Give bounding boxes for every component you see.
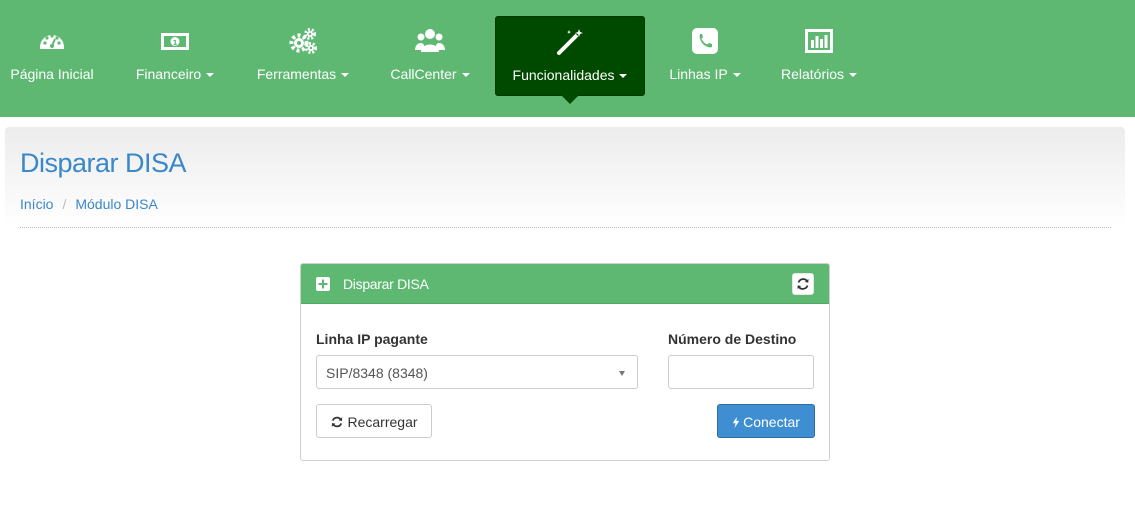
- numero-destino-input[interactable]: [668, 355, 814, 389]
- numero-destino-label: Número de Destino: [668, 331, 797, 347]
- recarregar-button[interactable]: Recarregar: [316, 404, 432, 438]
- nav-item-relatorios[interactable]: Relatórios: [770, 16, 868, 96]
- linha-ip-select[interactable]: SIP/8348 (8348): [316, 355, 638, 389]
- gears-icon: [289, 28, 317, 54]
- dashboard-icon: [40, 34, 64, 49]
- panel-heading: Disparar DISA: [301, 264, 829, 304]
- nav-item-linhas-ip[interactable]: Linhas IP: [660, 16, 750, 96]
- chevron-down-icon: [619, 371, 625, 376]
- linha-ip-label: Linha IP pagante: [316, 331, 428, 347]
- nav-item-funcionalidades[interactable]: Funcionalidades: [495, 16, 645, 96]
- conectar-label: Conectar: [743, 414, 800, 430]
- nav-item-financeiro[interactable]: 1 Financeiro: [124, 16, 226, 96]
- caret-down-icon: [341, 73, 350, 78]
- breadcrumb: Início / Módulo DISA: [20, 196, 158, 212]
- conectar-button[interactable]: Conectar: [717, 404, 815, 438]
- panel-title: Disparar DISA: [343, 276, 429, 292]
- header-divider: [20, 227, 1111, 228]
- page-header: Disparar DISA Início / Módulo DISA: [5, 127, 1125, 227]
- recarregar-label: Recarregar: [347, 414, 418, 430]
- refresh-icon: [797, 278, 809, 290]
- top-navbar: Página Inicial 1 Financeiro Ferramentas: [0, 0, 1135, 117]
- money-icon: 1: [161, 33, 189, 50]
- magic-wand-icon: [557, 29, 583, 55]
- nav-label: CallCenter: [390, 66, 457, 82]
- bolt-icon: [732, 416, 740, 429]
- bar-chart-icon: [805, 29, 833, 53]
- nav-item-callcenter[interactable]: CallCenter: [380, 16, 480, 96]
- caret-down-icon: [461, 73, 470, 78]
- users-icon: [415, 29, 445, 52]
- linha-ip-selected-value: SIP/8348 (8348): [326, 365, 428, 381]
- phone-icon: [692, 28, 718, 54]
- nav-item-ferramentas[interactable]: Ferramentas: [246, 16, 360, 96]
- refresh-icon: [332, 416, 343, 428]
- nav-label: Financeiro: [135, 66, 202, 82]
- caret-down-icon: [206, 73, 215, 78]
- plus-square-icon: [316, 277, 330, 291]
- breadcrumb-link-inicio[interactable]: Início: [20, 196, 53, 212]
- nav-label: Ferramentas: [256, 66, 337, 82]
- svg-text:1: 1: [173, 39, 178, 47]
- disparar-disa-panel: Disparar DISA Linha IP pagante SIP/8348 …: [300, 263, 830, 461]
- nav-label: Linhas IP: [669, 66, 728, 82]
- page-title: Disparar DISA: [20, 148, 187, 178]
- nav-label: Funcionalidades: [512, 67, 615, 83]
- caret-down-icon: [732, 73, 741, 78]
- caret-down-icon: [849, 73, 858, 78]
- nav-label: Página Inicial: [10, 66, 94, 82]
- breadcrumb-separator: /: [62, 196, 67, 212]
- breadcrumb-current[interactable]: Módulo DISA: [75, 196, 157, 212]
- caret-down-icon: [619, 74, 628, 79]
- panel-refresh-button[interactable]: [792, 273, 814, 295]
- nav-label: Relatórios: [780, 66, 845, 82]
- nav-item-pagina-inicial[interactable]: Página Inicial: [0, 16, 104, 96]
